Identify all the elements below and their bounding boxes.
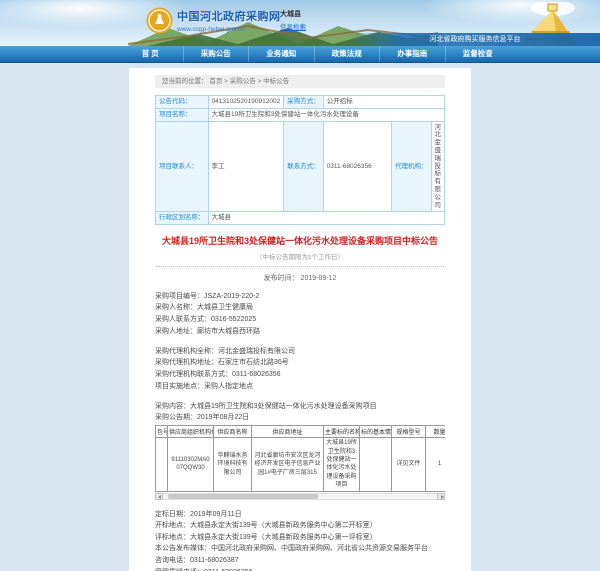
detail-line: 采购代理机构联系方式：0311-68026356	[155, 370, 281, 378]
cell-package-no	[155, 437, 168, 492]
cell-spec-model: 详见文件	[391, 437, 426, 492]
info-label: 项目联系人：	[155, 120, 209, 213]
nav-supervision[interactable]: 监督检查	[444, 46, 511, 62]
info-label: 联系方式：	[283, 120, 324, 213]
info-value: 李工	[207, 120, 285, 213]
detail-section-2: 定标日期：2019年09月11日 开标地点：大城县永定大街139号（大城县新政务…	[155, 510, 445, 571]
banner-keyword: 大城县	[280, 11, 301, 18]
breadcrumb: 您当前的位置： 首页 > 采购公告 > 中标公告	[155, 75, 445, 88]
publish-date: 发布时间： 2019-09-12	[263, 274, 337, 282]
column-header: 规格型号	[391, 425, 426, 439]
info-row: 行政区划名称： 大城县	[155, 211, 445, 226]
info-row: 项目名称： 大城县19所卫生院和3处保健站一体化污水处理设备	[155, 107, 445, 122]
info-value: 公开招标	[322, 95, 446, 109]
result-table-header-row: 包号 供应商组织机构代码 供应商名称 供应商地址 主要标的名称 标的基本情况 规…	[155, 425, 445, 439]
site-identity: 中国河北政府采购网 www.ccgp-hebei.gov.cn	[177, 8, 281, 33]
breadcrumb-current: 中标公告	[263, 78, 290, 85]
info-label: 公告代码：	[155, 95, 209, 109]
scroll-left-icon[interactable]	[155, 492, 163, 500]
main-nav-items: 首 页 采购公告 业务通知 政策法规 办事指南 监督检查	[118, 46, 510, 62]
detail-line: 开标地点：大城县永定大街139号（大城县新政务服务中心第二开标室）	[155, 522, 377, 530]
column-header: 标的基本情况	[359, 425, 392, 439]
detail-line: 采购项目编号：JSZA-2019-220-2	[155, 292, 260, 300]
nav-home[interactable]: 首 页	[118, 46, 183, 62]
detail-line: 采购人名称：大城县卫生健康局	[155, 304, 253, 312]
horizontal-scrollbar[interactable]	[155, 492, 445, 500]
content-area: 您当前的位置： 首页 > 采购公告 > 中标公告 公告代码： 041310252…	[0, 63, 600, 571]
site-title: 中国河北政府采购网	[177, 11, 281, 23]
detail-line: 咨询电话：0311-68026387	[155, 557, 239, 564]
detail-section-1: 采购项目编号：JSZA-2019-220-2 采购人名称：大城县卫生健康局 采购…	[155, 292, 445, 422]
breadcrumb-label: 您当前的位置：	[162, 78, 208, 85]
detail-line: 采购公告期：2019年08月22日	[155, 414, 250, 422]
cell-supplier-address: 河北省廊坊市安次区龙河经济开发区电子信息产业园1#电子厂房三层315	[251, 437, 324, 492]
info-label: 代理机构：	[391, 120, 432, 213]
info-value: 河北金盛瑞投标有限公司	[430, 120, 445, 213]
nav-policies[interactable]: 政策法规	[313, 46, 380, 62]
info-value: 0413102520190912002	[207, 95, 285, 109]
banner-search-block: 大城县 信息检索	[280, 9, 306, 31]
info-label: 采购方式：	[283, 95, 324, 109]
info-label: 行政区划名称：	[155, 211, 209, 226]
result-table-container: 包号 供应商组织机构代码 供应商名称 供应商地址 主要标的名称 标的基本情况 规…	[155, 425, 445, 492]
nav-service-guide[interactable]: 办事指南	[379, 46, 445, 62]
detail-line: 本公告发布媒体：中国河北政府采购网、中国政府采购网、河北省公共资源交易服务平台	[155, 545, 428, 553]
detail-line: 采购代理机构全称：河北金盛瑞投标有限公司	[155, 347, 295, 355]
cell-supplier-code: 91110302MA007QQW30	[167, 437, 214, 492]
site-url: www.ccgp-hebei.gov.cn	[177, 26, 245, 33]
column-header: 供应商组织机构代码	[167, 425, 214, 439]
announcement-info-table: 公告代码： 0413102520190912002 采购方式： 公开招标 项目名…	[155, 95, 446, 226]
scrollbar-track[interactable]	[163, 492, 437, 500]
nav-business-notices[interactable]: 业务通知	[248, 46, 314, 62]
detail-line: 评标地点：大城县永定大街139号（大城县新政务服务中心第一评标室）	[155, 533, 377, 541]
info-row: 项目联系人： 李工 联系方式： 0311-68026356 代理机构： 河北金盛…	[155, 120, 445, 213]
info-value: 大城县	[207, 211, 445, 226]
announcement-subtitle: （中标公告期限为1个工作日）	[156, 251, 444, 267]
result-table-row: 91110302MA007QQW30 华麒瑞水务环境科技有限公司 河北省廊坊市安…	[155, 437, 445, 492]
result-table: 包号 供应商组织机构代码 供应商名称 供应商地址 主要标的名称 标的基本情况 规…	[155, 425, 445, 492]
platform-banner-label: 河北省政府购买服务信息平台	[350, 33, 600, 46]
announcement-title: 大城县19所卫生院和3处保健站一体化污水处理设备采购项目中标公告	[161, 236, 439, 247]
detail-line: 采购代理机构地址：石家庄市石纺北路36号	[155, 359, 289, 367]
cell-subject-name: 大城县19所卫生院和3处保健站一体化污水处理设备采购项目	[323, 437, 360, 492]
breadcrumb-home-link[interactable]: 首页	[209, 78, 222, 85]
info-value: 0311-68026356	[322, 120, 393, 213]
page: 中国河北政府采购网 www.ccgp-hebei.gov.cn 大城县 信息检索…	[0, 0, 600, 571]
detail-line: 项目实施地点：采购人指定地点	[155, 382, 253, 390]
detail-line: 采购人联系方式：0316-5522025	[155, 316, 257, 324]
main-nav: 首 页 采购公告 业务通知 政策法规 办事指南 监督检查	[0, 46, 600, 63]
column-header: 供应商地址	[251, 425, 324, 439]
column-header: 主要标的名称	[323, 425, 360, 439]
cell-quantity: 1	[425, 437, 445, 492]
content-panel: 您当前的位置： 首页 > 采购公告 > 中标公告 公告代码： 041310252…	[129, 68, 471, 571]
nav-procurement-announcements[interactable]: 采购公告	[182, 46, 249, 62]
breadcrumb-separator: >	[224, 78, 228, 85]
column-header: 包号	[155, 425, 168, 439]
info-label: 项目名称：	[155, 107, 209, 122]
cell-subject-info	[359, 437, 392, 492]
scroll-right-icon[interactable]	[437, 492, 445, 500]
detail-line: 采购人地址：廊坊市大城县西环路	[155, 327, 260, 335]
cell-supplier-name: 华麒瑞水务环境科技有限公司	[213, 437, 252, 492]
banner-search-link[interactable]: 信息检索	[280, 21, 306, 31]
info-row: 公告代码： 0413102520190912002 采购方式： 公开招标	[155, 95, 446, 109]
site-logo-icon	[146, 7, 173, 34]
breadcrumb-category-link[interactable]: 采购公告	[230, 78, 256, 85]
site-banner: 中国河北政府采购网 www.ccgp-hebei.gov.cn 大城县 信息检索…	[0, 0, 600, 46]
detail-line: 受理质疑电话：0311-68026356	[155, 568, 445, 571]
column-header: 数量	[425, 425, 445, 439]
detail-line: 定标日期：2019年09月11日	[155, 510, 242, 518]
column-header: 供应商名称	[213, 425, 252, 439]
breadcrumb-separator: >	[257, 78, 262, 85]
scrollbar-thumb[interactable]	[168, 493, 318, 499]
detail-line: 采购内容：大城县19所卫生院和3处保健站一体化污水处理设备采购项目	[155, 402, 377, 410]
info-value: 大城县19所卫生院和3处保健站一体化污水处理设备	[207, 107, 445, 122]
